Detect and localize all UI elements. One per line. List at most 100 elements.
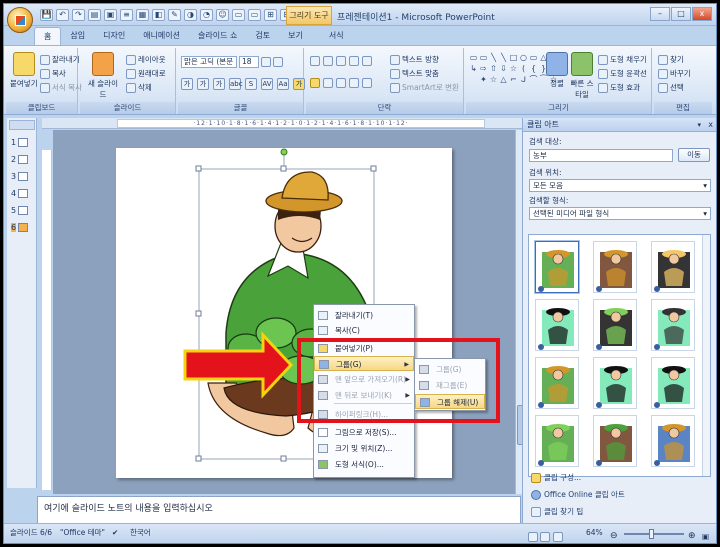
go-button[interactable]: 이동: [678, 148, 710, 162]
bullets-icon[interactable]: [310, 56, 320, 66]
select-button[interactable]: 선택: [658, 82, 684, 93]
pen-icon[interactable]: ✎: [168, 9, 181, 21]
text-direction-button[interactable]: 텍스트 방향: [390, 54, 439, 65]
clip-art-result[interactable]: [535, 357, 579, 409]
grow-font-icon[interactable]: [261, 57, 271, 67]
shadow-button[interactable]: S: [245, 78, 257, 90]
search-in-select[interactable]: 모든 모음 ▾: [529, 179, 711, 192]
grid-icon[interactable]: ▣: [104, 9, 117, 21]
shapes-gallery[interactable]: ▭▭╲╲□○▭△⌐↳⇨⇧⇩☆({}( ✦☆△⌐ᒍ⌒⁀☆: [469, 53, 558, 85]
clip-art-result[interactable]: [535, 415, 579, 467]
redo-icon[interactable]: ↷: [72, 9, 85, 21]
italic-button[interactable]: 가: [197, 78, 209, 90]
zoom-slider[interactable]: [624, 533, 684, 535]
font-color-button[interactable]: 가: [293, 78, 305, 90]
zoom-in-icon[interactable]: ⊞: [264, 9, 277, 21]
align-left-icon[interactable]: [310, 78, 320, 88]
slide-thumb-2[interactable]: 2: [11, 155, 29, 164]
spellcheck-icon[interactable]: ✔: [112, 524, 118, 542]
normal-view-icon[interactable]: [528, 532, 538, 542]
shape-option[interactable]: ⇧: [489, 64, 498, 74]
contrast-icon[interactable]: ◑: [184, 9, 197, 21]
sorter-view-icon[interactable]: [540, 532, 551, 542]
layout-icon[interactable]: ▤: [88, 9, 101, 21]
font-name-combo[interactable]: 맑은 고딕 (본문: [181, 56, 237, 68]
align-text-button[interactable]: 텍스트 맞춤: [390, 68, 439, 79]
replace-button[interactable]: 바꾸기: [658, 68, 691, 79]
tab-animations[interactable]: 애니메이션: [134, 27, 189, 45]
clip-art-result[interactable]: [593, 415, 637, 467]
align-icon[interactable]: ≡: [120, 9, 133, 21]
drawing-tools-context-tab[interactable]: 그리기 도구: [286, 6, 332, 25]
menu-cut[interactable]: 잘라내기(T): [314, 308, 414, 323]
shape-option[interactable]: ▭: [469, 53, 478, 63]
office-online-link[interactable]: Office Online 클립 아트: [531, 489, 625, 500]
increase-indent-icon[interactable]: [349, 56, 359, 66]
pane-menu-icon[interactable]: ▾: [697, 118, 701, 132]
quick-styles-button[interactable]: 빠른 스타일: [568, 52, 596, 100]
tab-format[interactable]: 서식: [320, 27, 353, 45]
smartart-button[interactable]: SmartArt로 변환: [390, 82, 459, 93]
clip-art-result[interactable]: [535, 299, 579, 351]
reset-button[interactable]: 원래대로: [126, 68, 166, 79]
slides-pane-tabs[interactable]: [9, 120, 35, 130]
zoom-level[interactable]: 64%: [586, 524, 603, 542]
numbering-icon[interactable]: [323, 56, 333, 66]
slide-thumb-5[interactable]: 5: [11, 206, 29, 215]
shape-option[interactable]: ☆: [489, 75, 498, 85]
shape-option[interactable]: ╲: [499, 53, 508, 63]
shape-option[interactable]: ⌐: [509, 75, 518, 85]
clip-art-result[interactable]: [651, 299, 695, 351]
pie-icon[interactable]: ◔: [200, 9, 213, 21]
font-size-combo[interactable]: 18: [239, 56, 259, 68]
align-right-icon[interactable]: [336, 78, 346, 88]
tab-view[interactable]: 보기: [279, 27, 312, 45]
shape-outline-button[interactable]: 도형 윤곽선: [598, 68, 647, 79]
smiley-icon[interactable]: ☺: [216, 9, 229, 21]
shape-option[interactable]: ☆: [509, 64, 518, 74]
organize-clips-link[interactable]: 클립 구성...: [531, 472, 581, 483]
shape-option[interactable]: ⇨: [479, 64, 488, 74]
tips-link[interactable]: 클립 찾기 팁: [531, 506, 583, 517]
pane-icon[interactable]: ◧: [152, 9, 165, 21]
format-painter-button[interactable]: 서식 복사: [40, 82, 82, 93]
menu-copy[interactable]: 복사(C): [314, 323, 414, 338]
menu-size-position[interactable]: 크기 및 위치(Z)...: [314, 441, 414, 456]
cut-button[interactable]: 잘라내기: [40, 54, 80, 65]
slideshow-view-icon[interactable]: [552, 532, 563, 542]
frame-icon[interactable]: ▭: [248, 9, 261, 21]
notes-pane[interactable]: 여기에 슬라이드 노트의 내용을 입력하십시오: [37, 496, 521, 524]
minimize-button[interactable]: –: [650, 7, 670, 21]
clip-art-result[interactable]: [593, 357, 637, 409]
clip-art-result[interactable]: [593, 299, 637, 351]
zoom-in-icon[interactable]: ⊕: [688, 527, 696, 543]
strikethrough-button[interactable]: abc: [229, 78, 243, 90]
shape-option[interactable]: {: [529, 64, 538, 74]
clip-art-result[interactable]: [651, 241, 695, 293]
results-scrollbar[interactable]: [702, 235, 710, 476]
shape-option[interactable]: ↳: [469, 64, 478, 74]
slide-thumb-1[interactable]: 1: [11, 138, 29, 147]
change-case-button[interactable]: Aa: [277, 78, 289, 90]
clip-art-result[interactable]: [535, 241, 579, 293]
office-button[interactable]: [7, 7, 33, 33]
menu-format-shape[interactable]: 도형 서식(O)...: [314, 457, 414, 472]
arrange-button[interactable]: 정렬: [546, 52, 568, 89]
tab-home[interactable]: 홈: [34, 27, 62, 45]
zoom-out-icon[interactable]: ⊖: [610, 527, 618, 543]
shape-option[interactable]: ⌒: [529, 75, 538, 85]
shape-option[interactable]: ▭: [529, 53, 538, 63]
save-icon[interactable]: 💾: [40, 9, 53, 21]
clip-art-result[interactable]: [651, 415, 695, 467]
tab-review[interactable]: 검토: [246, 27, 279, 45]
new-slide-button[interactable]: 새 슬라이드: [88, 52, 118, 100]
shape-option[interactable]: ○: [519, 53, 528, 63]
shape-option[interactable]: ᒍ: [519, 75, 528, 85]
clip-art-result[interactable]: [593, 241, 637, 293]
shape-fill-button[interactable]: 도형 채우기: [598, 54, 647, 65]
close-button[interactable]: x: [692, 7, 712, 21]
shrink-font-icon[interactable]: [273, 57, 283, 67]
menu-save-as-picture[interactable]: 그림으로 저장(S)...: [314, 425, 414, 440]
maximize-button[interactable]: □: [671, 7, 691, 21]
zoom-slider-thumb[interactable]: [649, 529, 654, 539]
